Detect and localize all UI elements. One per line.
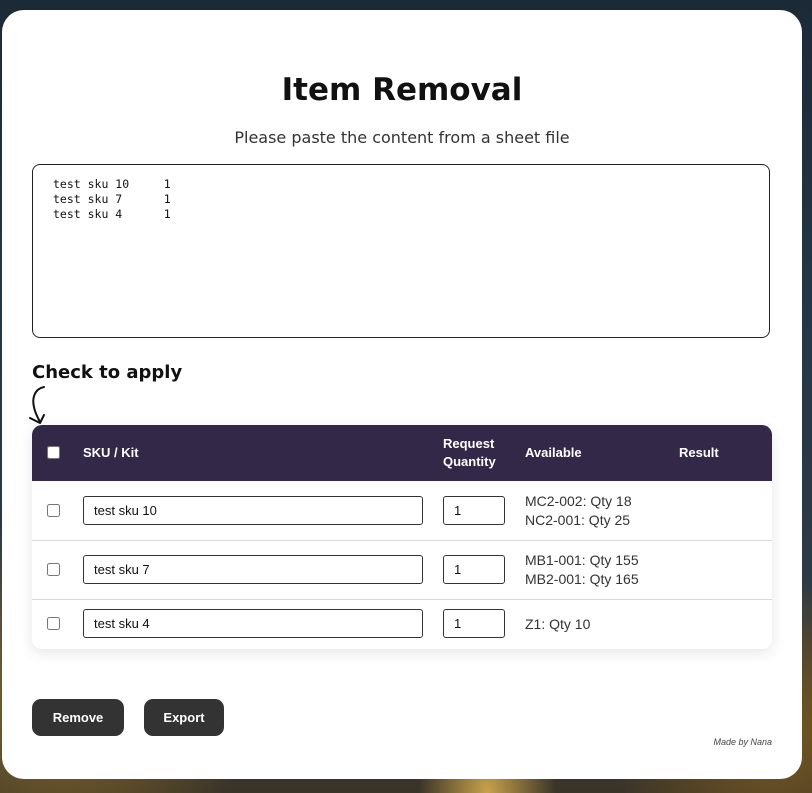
check-to-apply-label: Check to apply — [32, 362, 183, 383]
remove-button[interactable]: Remove — [32, 699, 124, 736]
paste-textarea[interactable]: test sku 10 1 test sku 7 1 test sku 4 1 — [32, 164, 770, 338]
row-checkbox[interactable] — [47, 617, 60, 630]
page-subtitle: Please paste the content from a sheet fi… — [234, 128, 570, 147]
removal-table: SKU / Kit Request Quantity Available Res… — [32, 425, 772, 649]
available-location: MB1-001: Qty 155 — [525, 552, 639, 568]
column-header-request-quantity: Request Quantity — [443, 436, 496, 469]
table-row: MC2-002: Qty 18 NC2-001: Qty 25 — [32, 481, 772, 541]
quantity-input[interactable] — [443, 609, 505, 638]
column-header-available: Available — [525, 445, 582, 460]
select-all-checkbox[interactable] — [47, 446, 60, 459]
column-header-sku: SKU / Kit — [83, 445, 139, 460]
column-header-result: Result — [679, 445, 719, 460]
item-removal-card: Item Removal Please paste the content fr… — [2, 10, 802, 779]
table-row: Z1: Qty 10 — [32, 599, 772, 649]
available-location: Z1: Qty 10 — [525, 616, 591, 632]
sku-input[interactable] — [83, 496, 423, 525]
row-checkbox[interactable] — [47, 504, 60, 517]
available-cell: Z1: Qty 10 — [525, 615, 590, 634]
available-cell: MC2-002: Qty 18 NC2-001: Qty 25 — [525, 492, 632, 530]
row-checkbox[interactable] — [47, 563, 60, 576]
quantity-input[interactable] — [443, 496, 505, 525]
page-title: Item Removal — [281, 72, 523, 108]
export-button[interactable]: Export — [144, 699, 224, 736]
credit-text: Made by Nana — [713, 737, 772, 747]
sku-input[interactable] — [83, 555, 423, 584]
sku-input[interactable] — [83, 609, 423, 638]
available-location: MC2-002: Qty 18 — [525, 493, 632, 509]
table-header: SKU / Kit Request Quantity Available Res… — [32, 425, 772, 481]
quantity-input[interactable] — [443, 555, 505, 584]
available-location: MB2-001: Qty 165 — [525, 571, 639, 587]
available-location: NC2-001: Qty 25 — [525, 512, 631, 528]
available-cell: MB1-001: Qty 155 MB2-001: Qty 165 — [525, 551, 639, 589]
table-row: MB1-001: Qty 155 MB2-001: Qty 165 — [32, 540, 772, 600]
